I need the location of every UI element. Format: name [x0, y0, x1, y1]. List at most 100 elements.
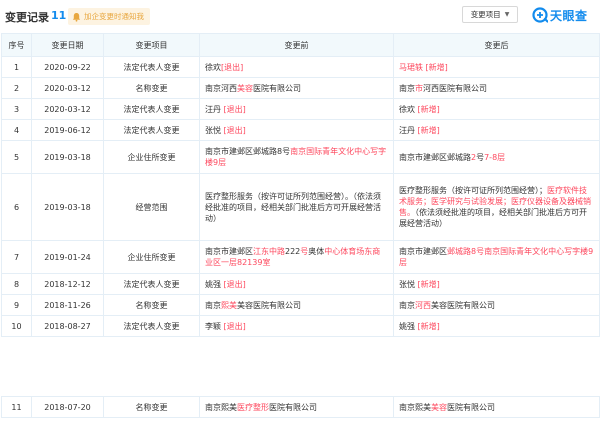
- cell-text: 南京市建邺区: [205, 247, 253, 256]
- change-date: 2019-03-18: [31, 173, 104, 241]
- cell-text: 医疗整形服务（按许可证所列范围经营）；: [399, 186, 547, 195]
- value-after: 南京市建邺区邺城路2号7-8层: [393, 140, 600, 174]
- cell-text: 南京市建邺区邺城路: [399, 152, 471, 162]
- row-number: 9: [1, 294, 32, 316]
- change-date: 2018-11-26: [31, 294, 104, 316]
- value-before: 徐欢[退出]: [199, 56, 394, 78]
- notify-label: 加企变更时通知我: [84, 12, 144, 21]
- change-item: 法定代表人变更: [103, 119, 200, 141]
- changed-text: [新增]: [423, 62, 448, 72]
- change-item: 法定代表人变更: [103, 56, 200, 78]
- cell-text: 医院有限公司: [447, 402, 495, 412]
- cell-text: 河西医院有限公司: [423, 83, 487, 93]
- cell-text: 奥体: [308, 247, 325, 256]
- row-number: 5: [1, 140, 32, 174]
- value-before: 李颖 [退出]: [199, 315, 394, 337]
- table-row: 6 2019-03-18 经营范围 医疗整形服务（按许可证所列范围经营）。（依法须经批…: [1, 173, 600, 241]
- row-number: 4: [1, 119, 32, 141]
- table-row: 10 2018-08-27 法定代表人变更 李颖 [退出] 姚强 [新增]: [1, 315, 600, 337]
- changed-text: 市: [415, 83, 423, 93]
- table-row: 11 2018-07-20 名称变更 南京熙美医疗整形医院有限公司 南京熙美美容医院有限…: [1, 396, 600, 418]
- change-item: 法定代表人变更: [103, 98, 200, 120]
- change-item: 法定代表人变更: [103, 315, 200, 337]
- change-item: 法定代表人变更: [103, 273, 200, 295]
- value-before: 南京河西美容医院有限公司: [199, 77, 394, 99]
- changed-text: 医疗整形: [237, 402, 269, 412]
- logo-text: 天眼查: [550, 8, 588, 23]
- cell-text: 徐欢: [205, 62, 221, 72]
- section-header: 变更记录 11 加企变更时通知我 变更项目 ▼ 天眼查: [0, 0, 600, 32]
- table-row: 5 2019-03-18 企业住所变更 南京市建邺区邺城路8号南京国际青年文化中心写字…: [1, 140, 600, 174]
- changed-text: 邺城路8号南京国际青年文化: [447, 247, 549, 256]
- value-before: 南京熙美美容医院有限公司: [199, 294, 394, 316]
- change-item: 经营范围: [103, 173, 200, 241]
- row-number: 2: [1, 77, 32, 99]
- changed-text: [新增]: [417, 279, 440, 289]
- cell-text: 南京河西: [205, 83, 237, 93]
- table-header-row: 序号 变更日期 变更项目 变更前 变更后: [1, 33, 600, 57]
- cell-text: 南京熙美: [205, 402, 237, 412]
- caret-down-icon: ▼: [504, 11, 510, 18]
- value-after: 张悦 [新增]: [393, 273, 600, 295]
- row-number: 6: [1, 173, 32, 241]
- value-before: 南京市建邺区江东中路222号奥体中心体育场东商业区一层82139室: [199, 240, 394, 274]
- table-row: 7 2019-01-24 企业住所变更 南京市建邺区江东中路222号奥体中心体育场东商…: [1, 240, 600, 274]
- column-header: 变更前: [199, 33, 394, 57]
- changed-text: 江东中路: [253, 247, 285, 256]
- extra-records-table: 11 2018-07-20 名称变更 南京熙美医疗整形医院有限公司 南京熙美美容医院有限…: [1, 396, 600, 418]
- changed-text: 河西: [415, 300, 431, 310]
- value-after: 徐欢 [新增]: [393, 98, 600, 120]
- cell-text: 南京市建邺区邺城路8号: [205, 147, 291, 156]
- value-before: 汪丹 [退出]: [199, 98, 394, 120]
- cell-text: 医院有限公司: [269, 402, 317, 412]
- changed-text: [退出]: [223, 279, 246, 289]
- change-item-dropdown[interactable]: 变更项目 ▼: [462, 6, 518, 23]
- cell-text: 南京熙美: [399, 402, 431, 412]
- cell-text: 医院有限公司: [253, 83, 301, 93]
- value-before: 张悦 [退出]: [199, 119, 394, 141]
- value-after: 医疗整形服务（按许可证所列范围经营）；医疗软件技术服务；医学研究与试验发展；医疗…: [393, 173, 600, 241]
- cell-text: 徐欢: [399, 104, 418, 114]
- changed-text: [新增]: [417, 104, 440, 114]
- table-row: 4 2019-06-12 法定代表人变更 张悦 [退出] 汪丹 [新增]: [1, 119, 600, 141]
- change-date: 2019-01-24: [31, 240, 104, 274]
- value-before: 医疗整形服务（按许可证所列范围经营）。（依法须经批准的项目，经相关部门批准后方可…: [199, 173, 394, 241]
- column-header: 序号: [1, 33, 32, 57]
- cell-text: 张悦: [399, 279, 418, 289]
- value-after: 马珺轶 [新增]: [393, 56, 600, 78]
- cell-text: 姚强: [205, 279, 224, 289]
- row-number: 11: [1, 396, 32, 418]
- value-after: 南京河西美容医院有限公司: [393, 294, 600, 316]
- value-after: 姚强 [新增]: [393, 315, 600, 337]
- change-item: 企业住所变更: [103, 140, 200, 174]
- value-after: 南京市建邺区邺城路8号南京国际青年文化中心写字楼9层: [393, 240, 600, 274]
- record-count: 11: [51, 9, 67, 22]
- dropdown-label: 变更项目: [470, 10, 501, 19]
- column-header: 变更项目: [103, 33, 200, 57]
- changed-text: [新增]: [417, 125, 440, 135]
- change-date: 2018-07-20: [31, 396, 104, 418]
- table-row: 8 2018-12-12 法定代表人变更 姚强 [退出] 张悦 [新增]: [1, 273, 600, 295]
- change-date: 2019-03-18: [31, 140, 104, 174]
- change-date: 2020-03-12: [31, 98, 104, 120]
- value-before: 南京熙美医疗整形医院有限公司: [199, 396, 394, 418]
- change-records-table: 序号 变更日期 变更项目 变更前 变更后 1 2020-09-22 法定代表人变更徐…: [1, 33, 600, 337]
- cell-text: 医疗整形服务（按许可证所列范围经营）。（依法须经批准的项目，经相关部门批准后方可…: [205, 191, 381, 223]
- row-number: 3: [1, 98, 32, 120]
- notify-button[interactable]: 加企变更时通知我: [68, 8, 150, 25]
- cell-text: 张悦: [205, 125, 224, 135]
- cell-text: 美容医院有限公司: [431, 300, 495, 310]
- changed-text: 7-8层: [484, 152, 506, 162]
- cell-text: 姚强: [399, 321, 418, 331]
- table-row: 1 2020-09-22 法定代表人变更 徐欢[退出] 马珺轶 [新增]: [1, 56, 600, 78]
- change-date: 2020-09-22: [31, 56, 104, 78]
- value-after: 南京熙美美容医院有限公司: [393, 396, 600, 418]
- column-header: 变更后: [393, 33, 600, 57]
- cell-text: 号: [476, 152, 485, 162]
- row-number: 8: [1, 273, 32, 295]
- value-before: 姚强 [退出]: [199, 273, 394, 295]
- table-row: 9 2018-11-26 名称变更 南京熙美美容医院有限公司 南京河西美容医院有限公司: [1, 294, 600, 316]
- change-date: 2020-03-12: [31, 77, 104, 99]
- change-date: 2019-06-12: [31, 119, 104, 141]
- section-title: 变更记录: [5, 11, 49, 24]
